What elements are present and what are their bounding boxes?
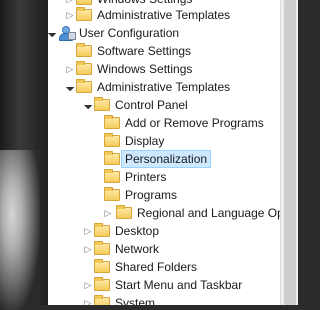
tree-item-user-configuration[interactable]: ◢ User Configuration: [48, 24, 179, 42]
tree-item-user-windows-settings[interactable]: ▷ Windows Settings: [64, 60, 192, 78]
folder-icon: [116, 205, 132, 219]
folder-icon: [76, 7, 92, 21]
collapse-arrow-icon[interactable]: ◢: [64, 78, 76, 96]
folder-icon: [94, 223, 110, 237]
folder-icon: [104, 115, 120, 129]
expand-arrow-icon[interactable]: ▷: [64, 6, 76, 24]
expand-arrow-icon[interactable]: [64, 42, 76, 60]
tree-item-label: Desktop: [115, 224, 160, 238]
folder-icon: [104, 133, 120, 147]
tree-item-label: Programs: [125, 188, 178, 202]
folder-icon: [94, 259, 110, 273]
tree-item-desktop[interactable]: ▷ Desktop: [82, 222, 159, 240]
folder-icon: [104, 151, 120, 165]
expand-arrow-icon[interactable]: [82, 258, 94, 276]
expand-arrow-icon[interactable]: ▷: [82, 240, 94, 258]
tree-item-display[interactable]: Display: [104, 132, 164, 150]
tree-item-label: System: [115, 296, 156, 305]
folder-icon: [94, 277, 110, 291]
tree-item-label: Control Panel: [115, 98, 188, 112]
tree-item-system[interactable]: ▷ System: [82, 294, 155, 305]
tree-item-label: Printers: [125, 170, 167, 184]
tree-item-label: Administrative Templates: [97, 8, 231, 22]
expand-arrow-icon[interactable]: ▷: [82, 294, 94, 305]
folder-icon: [94, 295, 110, 305]
tree-item-user-administrative-templates[interactable]: ◢ Administrative Templates: [64, 78, 230, 96]
tree-item-add-remove-programs[interactable]: Add or Remove Programs: [104, 114, 264, 132]
user-config-icon: [58, 26, 76, 41]
tree-item-label: Regional and Language Options: [137, 206, 280, 220]
tree-item-control-panel[interactable]: ◢ Control Panel: [82, 96, 188, 114]
scrollbar-thumb[interactable]: [284, 0, 296, 305]
collapse-arrow-icon[interactable]: ◢: [82, 96, 94, 114]
tree-item-programs[interactable]: Programs: [104, 186, 177, 204]
expand-arrow-icon[interactable]: ▷: [82, 276, 94, 294]
folder-icon: [94, 97, 110, 111]
folder-icon: [104, 169, 120, 183]
tree-item-network[interactable]: ▷ Network: [82, 240, 159, 258]
desktop-background: [0, 0, 48, 310]
tree-item-software-settings[interactable]: Software Settings: [64, 42, 191, 60]
tree-item-personalization[interactable]: Personalization: [104, 150, 212, 168]
expand-arrow-icon[interactable]: ▷: [100, 204, 116, 222]
tree-item-label: Personalization: [121, 150, 212, 168]
folder-icon: [76, 79, 92, 93]
folder-icon: [76, 43, 92, 57]
tree-item-computer-administrative-templates[interactable]: ▷ Administrative Templates: [64, 6, 230, 24]
tree-item-start-menu-taskbar[interactable]: ▷ Start Menu and Taskbar: [82, 276, 242, 294]
expand-arrow-icon[interactable]: ▷: [64, 60, 76, 78]
tree-item-label: Start Menu and Taskbar: [115, 278, 243, 292]
tree-item-label: Software Settings: [97, 44, 192, 58]
folder-icon: [94, 241, 110, 255]
tree-item-label: Administrative Templates: [97, 80, 231, 94]
tree-item-label: Network: [115, 242, 160, 256]
expand-arrow-icon[interactable]: ▷: [82, 222, 94, 240]
tree-item-shared-folders[interactable]: Shared Folders: [82, 258, 197, 276]
tree-item-label: Windows Settings: [97, 62, 193, 76]
tree-item-label: Shared Folders: [115, 260, 198, 274]
tree-item-printers[interactable]: Printers: [104, 168, 166, 186]
folder-icon: [104, 187, 120, 201]
tree-item-label: Add or Remove Programs: [125, 116, 264, 130]
folder-icon: [76, 0, 92, 5]
tree-item-label: Display: [125, 134, 165, 148]
group-policy-tree[interactable]: ▷ Windows Settings ▷ Administrative Temp…: [48, 0, 281, 305]
tree-item-label: User Configuration: [79, 26, 180, 40]
folder-icon: [76, 61, 92, 75]
vertical-scrollbar[interactable]: [280, 0, 298, 305]
collapse-arrow-icon[interactable]: ◢: [48, 24, 58, 42]
tree-item-regional-language-options[interactable]: ▷ Regional and Language Options: [100, 204, 280, 222]
